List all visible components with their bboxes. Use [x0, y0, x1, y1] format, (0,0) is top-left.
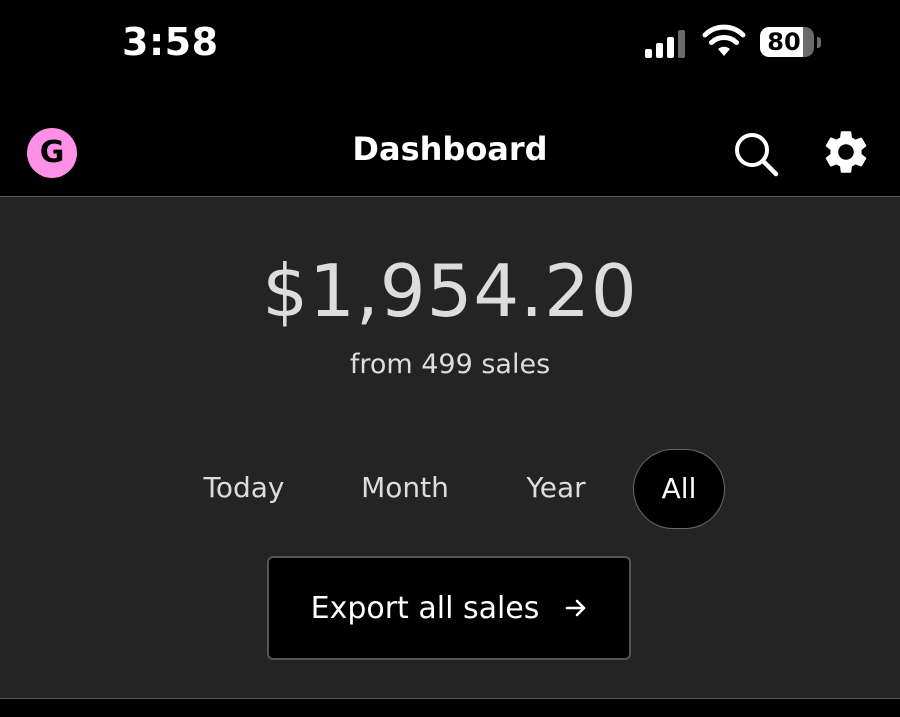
total-sales-amount: $1,954.20 — [262, 249, 638, 333]
dashboard-summary: $1,954.20 from 499 sales Today Month Yea… — [0, 197, 900, 698]
period-tabs: Today Month Year All — [0, 449, 900, 529]
battery-body: 80 — [760, 27, 814, 57]
export-button-label: Export all sales — [310, 590, 540, 626]
wifi-icon — [702, 24, 746, 56]
search-icon — [735, 133, 779, 177]
cellular-signal-icon — [645, 30, 685, 58]
battery-indicator: 80 — [760, 27, 822, 59]
status-bar: 3:58 80 — [0, 0, 900, 96]
status-time: 3:58 — [122, 20, 219, 64]
bottom-divider — [0, 698, 900, 717]
tab-year[interactable]: Year — [516, 449, 596, 527]
settings-button[interactable] — [820, 126, 872, 178]
app-header: G Dashboard — [0, 96, 900, 197]
tab-all[interactable]: All — [633, 449, 725, 529]
tab-month[interactable]: Month — [350, 449, 460, 527]
gear-icon — [825, 131, 867, 173]
battery-level: 80 — [767, 28, 801, 56]
export-all-sales-button[interactable]: Export all sales — [267, 556, 631, 660]
tab-today[interactable]: Today — [194, 449, 294, 527]
search-button[interactable] — [730, 128, 782, 180]
arrow-right-icon — [566, 599, 586, 617]
sales-count: from 499 sales — [349, 349, 551, 380]
battery-cap — [817, 37, 821, 48]
